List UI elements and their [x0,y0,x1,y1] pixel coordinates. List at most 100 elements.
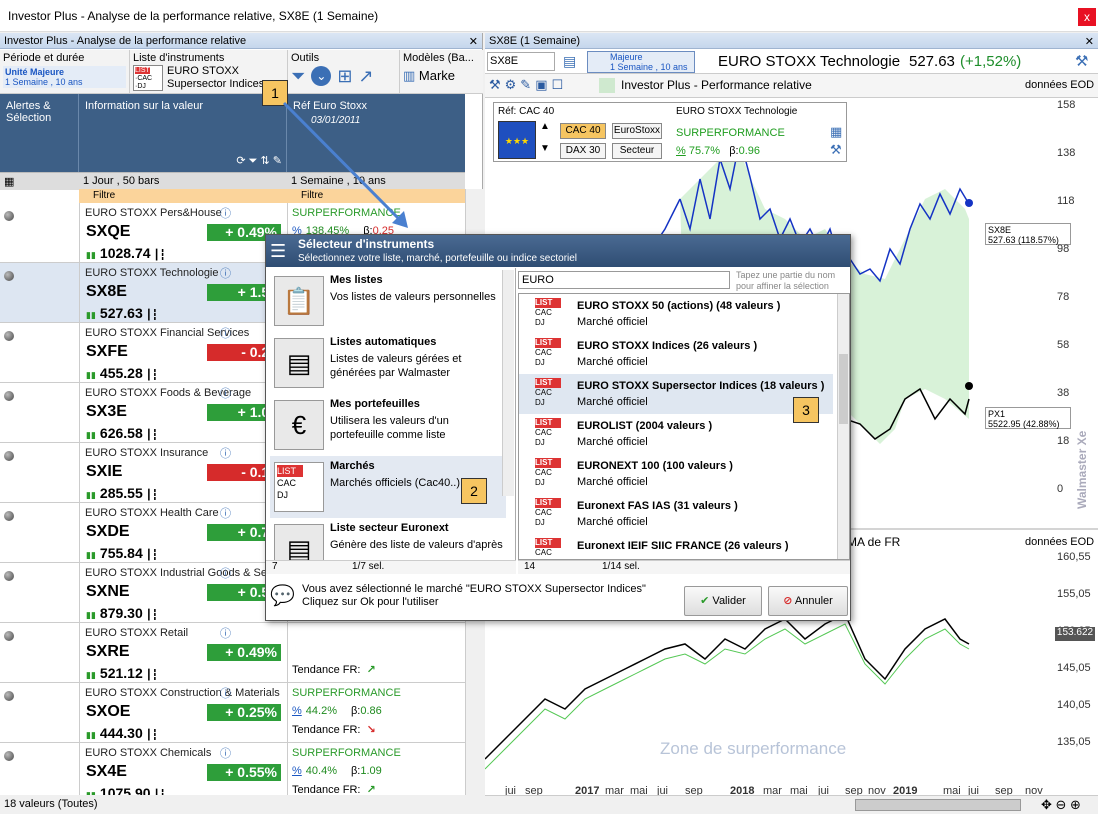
export-icon[interactable]: ↗ [359,66,374,87]
chart-scrollbar[interactable]: ✥ ⊖ ⊕ [485,795,1098,814]
left-panel-close-icon[interactable]: ✕ [469,35,478,48]
info-icon[interactable]: ⓘ [220,265,231,281]
table-row[interactable]: EURO STOXX Construction & Materials ⓘ SXOE… [0,683,465,743]
candle-icon: ┃┇ [145,730,158,741]
beta-value: 0.96 [738,145,761,157]
status-dot-icon[interactable] [4,571,14,581]
market-item[interactable]: LIST CAC DJ EURO STOXX Supersector Indices … [519,374,833,414]
col-alerts[interactable]: Alertes & Sélection [0,94,79,172]
info-icon[interactable]: ⓘ [220,565,231,581]
row-trend: Tendance FR: ↗ [292,663,376,676]
market-item[interactable]: LIST CAC DJ EURO STOXX Indices (26 valeurs … [519,334,833,374]
window-titlebar: Investor Plus - Analyse de la performanc… [0,0,1098,32]
y-tick-label-lower: 145,05 [1057,662,1091,674]
models-section[interactable]: Modèles (Ba... ▥ Marke [400,50,483,94]
info-period[interactable]: 1 Jour , 50 bars [79,172,287,190]
status-dot-icon[interactable] [4,631,14,641]
row-perf-value: 44.2% [305,705,337,717]
row-price-value: 527.63 [99,305,143,321]
unit-selector[interactable]: Majeure 1 Semaine , 10 ans [587,51,695,73]
col-info[interactable]: Information sur la valeur ⟳ ⏷ ⇅ ✎ [79,94,287,172]
settings-tools-icon[interactable]: ⚒ [1075,52,1088,70]
market-item[interactable]: LIST CAC DJ Euronext FAS IAS (31 valeurs ) M… [519,494,833,534]
period-section[interactable]: Période et durée Unité Majeure 1 Semaine… [0,50,130,94]
status-dot-icon[interactable] [4,451,14,461]
row-change: + 0.25% [207,704,281,721]
left-panel-title: Investor Plus - Analyse de la performanc… [4,35,247,47]
fr-line [485,612,970,760]
mini-bars-icon: ▮▮ [86,670,96,680]
mini-bars-icon: ▮▮ [86,370,96,380]
row-trend-label: Tendance FR: [292,724,361,736]
filter-funnel-icon[interactable]: ⏷ [291,66,305,87]
candle-icon: ┃┇ [145,610,158,621]
ref-arrows-icon[interactable]: ▲ ▼ [540,121,550,154]
symbol-input[interactable]: SX8E [487,52,555,71]
ref-cac40-button[interactable]: CAC 40 [560,123,606,139]
callout-2: 2 [461,478,487,504]
col-info-tools-icon[interactable]: ⟳ ⏷ ⇅ ✎ [236,154,282,168]
category-item[interactable]: 📋 Mes listes Vos listes de valeurs personn… [270,270,506,332]
info-icon[interactable]: ⓘ [220,685,231,701]
status-dot-icon[interactable] [4,211,14,221]
row-price: ▮▮ 285.55 ┃┇ [86,485,158,501]
row-divider [79,443,80,503]
status-dot-icon[interactable] [4,391,14,401]
ref-sector-button[interactable]: Secteur [612,143,662,159]
close-window-button[interactable]: x [1078,8,1096,26]
row-name: EURO STOXX Industrial Goods & Serv [85,567,277,579]
instrument-change: (+1,52%) [960,53,1022,70]
row-price: ▮▮ 755.84 ┃┇ [86,545,158,561]
cancel-button[interactable]: ⊘ Annuler [768,586,848,616]
market-sub: Marché officiel [577,316,648,328]
scroll-thumb[interactable] [855,799,1021,811]
status-dot-icon[interactable] [4,691,14,701]
add-indicator-icon[interactable]: ⊞ [337,66,352,87]
status-dot-icon[interactable] [4,511,14,521]
market-item[interactable]: LIST CAC DJ EURONEXT 100 (100 valeurs ) Marc… [519,454,833,494]
eod-label-2: données EOD [1025,536,1095,548]
category-footer: 7 1/7 sel. [266,560,516,574]
info-icon[interactable]: ⓘ [220,625,231,641]
market-title: EURONEXT 100 (100 valeurs ) [577,460,733,472]
category-scrollbar[interactable] [502,270,514,496]
info-icon[interactable]: ⓘ [220,325,231,341]
info-icon[interactable]: ⓘ [220,205,231,221]
market-scroll-thumb[interactable] [839,354,848,424]
chart-toolbar: ⚒⚙✎▣☐ Investor Plus - Performance relati… [485,74,1098,98]
chart-tools-icon[interactable]: ⚒⚙✎▣☐ [489,77,567,93]
market-item[interactable]: LIST CAC DJ EUROLIST (2004 valeurs ) Marché … [519,414,833,454]
market-title: EURO STOXX Supersector Indices (18 valeu… [577,380,825,392]
row-divider [79,683,80,743]
status-dot-icon[interactable] [4,331,14,341]
status-dot-icon[interactable] [4,271,14,281]
book-icon[interactable]: ▤ [563,53,576,70]
dropdown-circle-icon[interactable]: ⌄ [311,66,332,86]
px1-value-label: PX1 5522.95 (42.88%) [985,407,1071,429]
zoom-icons[interactable]: ✥ ⊖ ⊕ [1041,797,1081,813]
market-logo-cac: CAC [535,468,552,477]
ref-eurostoxx-button[interactable]: EuroStoxx [612,123,662,139]
info-icon[interactable]: ⓘ [220,445,231,461]
table-row[interactable]: EURO STOXX Retail ⓘ SXRE ▮▮ 521.12 ┃┇ + 0.49% T… [0,623,465,683]
info-icon[interactable]: ⓘ [220,385,231,401]
market-item[interactable]: LISTCACDJ Euronext IEIF SIIC FRANCE (26 v… [519,534,833,559]
market-scrollbar[interactable] [837,294,849,559]
alerts-calendar-icon[interactable]: ▦ [0,172,79,190]
status-dot-icon[interactable] [4,751,14,761]
mini-bars-icon: ▮▮ [86,430,96,440]
info-filter[interactable]: Filtre [79,189,287,203]
row-ticker: SX3E [86,403,127,420]
ref-tools-icon[interactable]: ▦ ⚒ [830,123,842,159]
right-panel-close-icon[interactable]: ✕ [1085,35,1094,48]
category-item[interactable]: ▤ Listes automatiques Listes de valeurs gé… [270,332,506,394]
category-item[interactable]: € Mes portefeuilles Utilisera les valeurs … [270,394,506,456]
search-input[interactable]: EURO [518,271,730,289]
info-icon[interactable]: ⓘ [220,505,231,521]
market-item[interactable]: LIST CAC DJ EURO STOXX 50 (actions) (48 val… [519,294,833,334]
table-row[interactable]: EURO STOXX ChemicalsⓘSX4E▮▮1075.90┃┇+ 0.… [0,743,465,803]
market-logo-dj: DJ [535,438,545,447]
ref-dax-button[interactable]: DAX 30 [560,143,606,159]
validate-button[interactable]: ✔ Valider [684,586,762,616]
info-icon[interactable]: ⓘ [220,745,231,761]
